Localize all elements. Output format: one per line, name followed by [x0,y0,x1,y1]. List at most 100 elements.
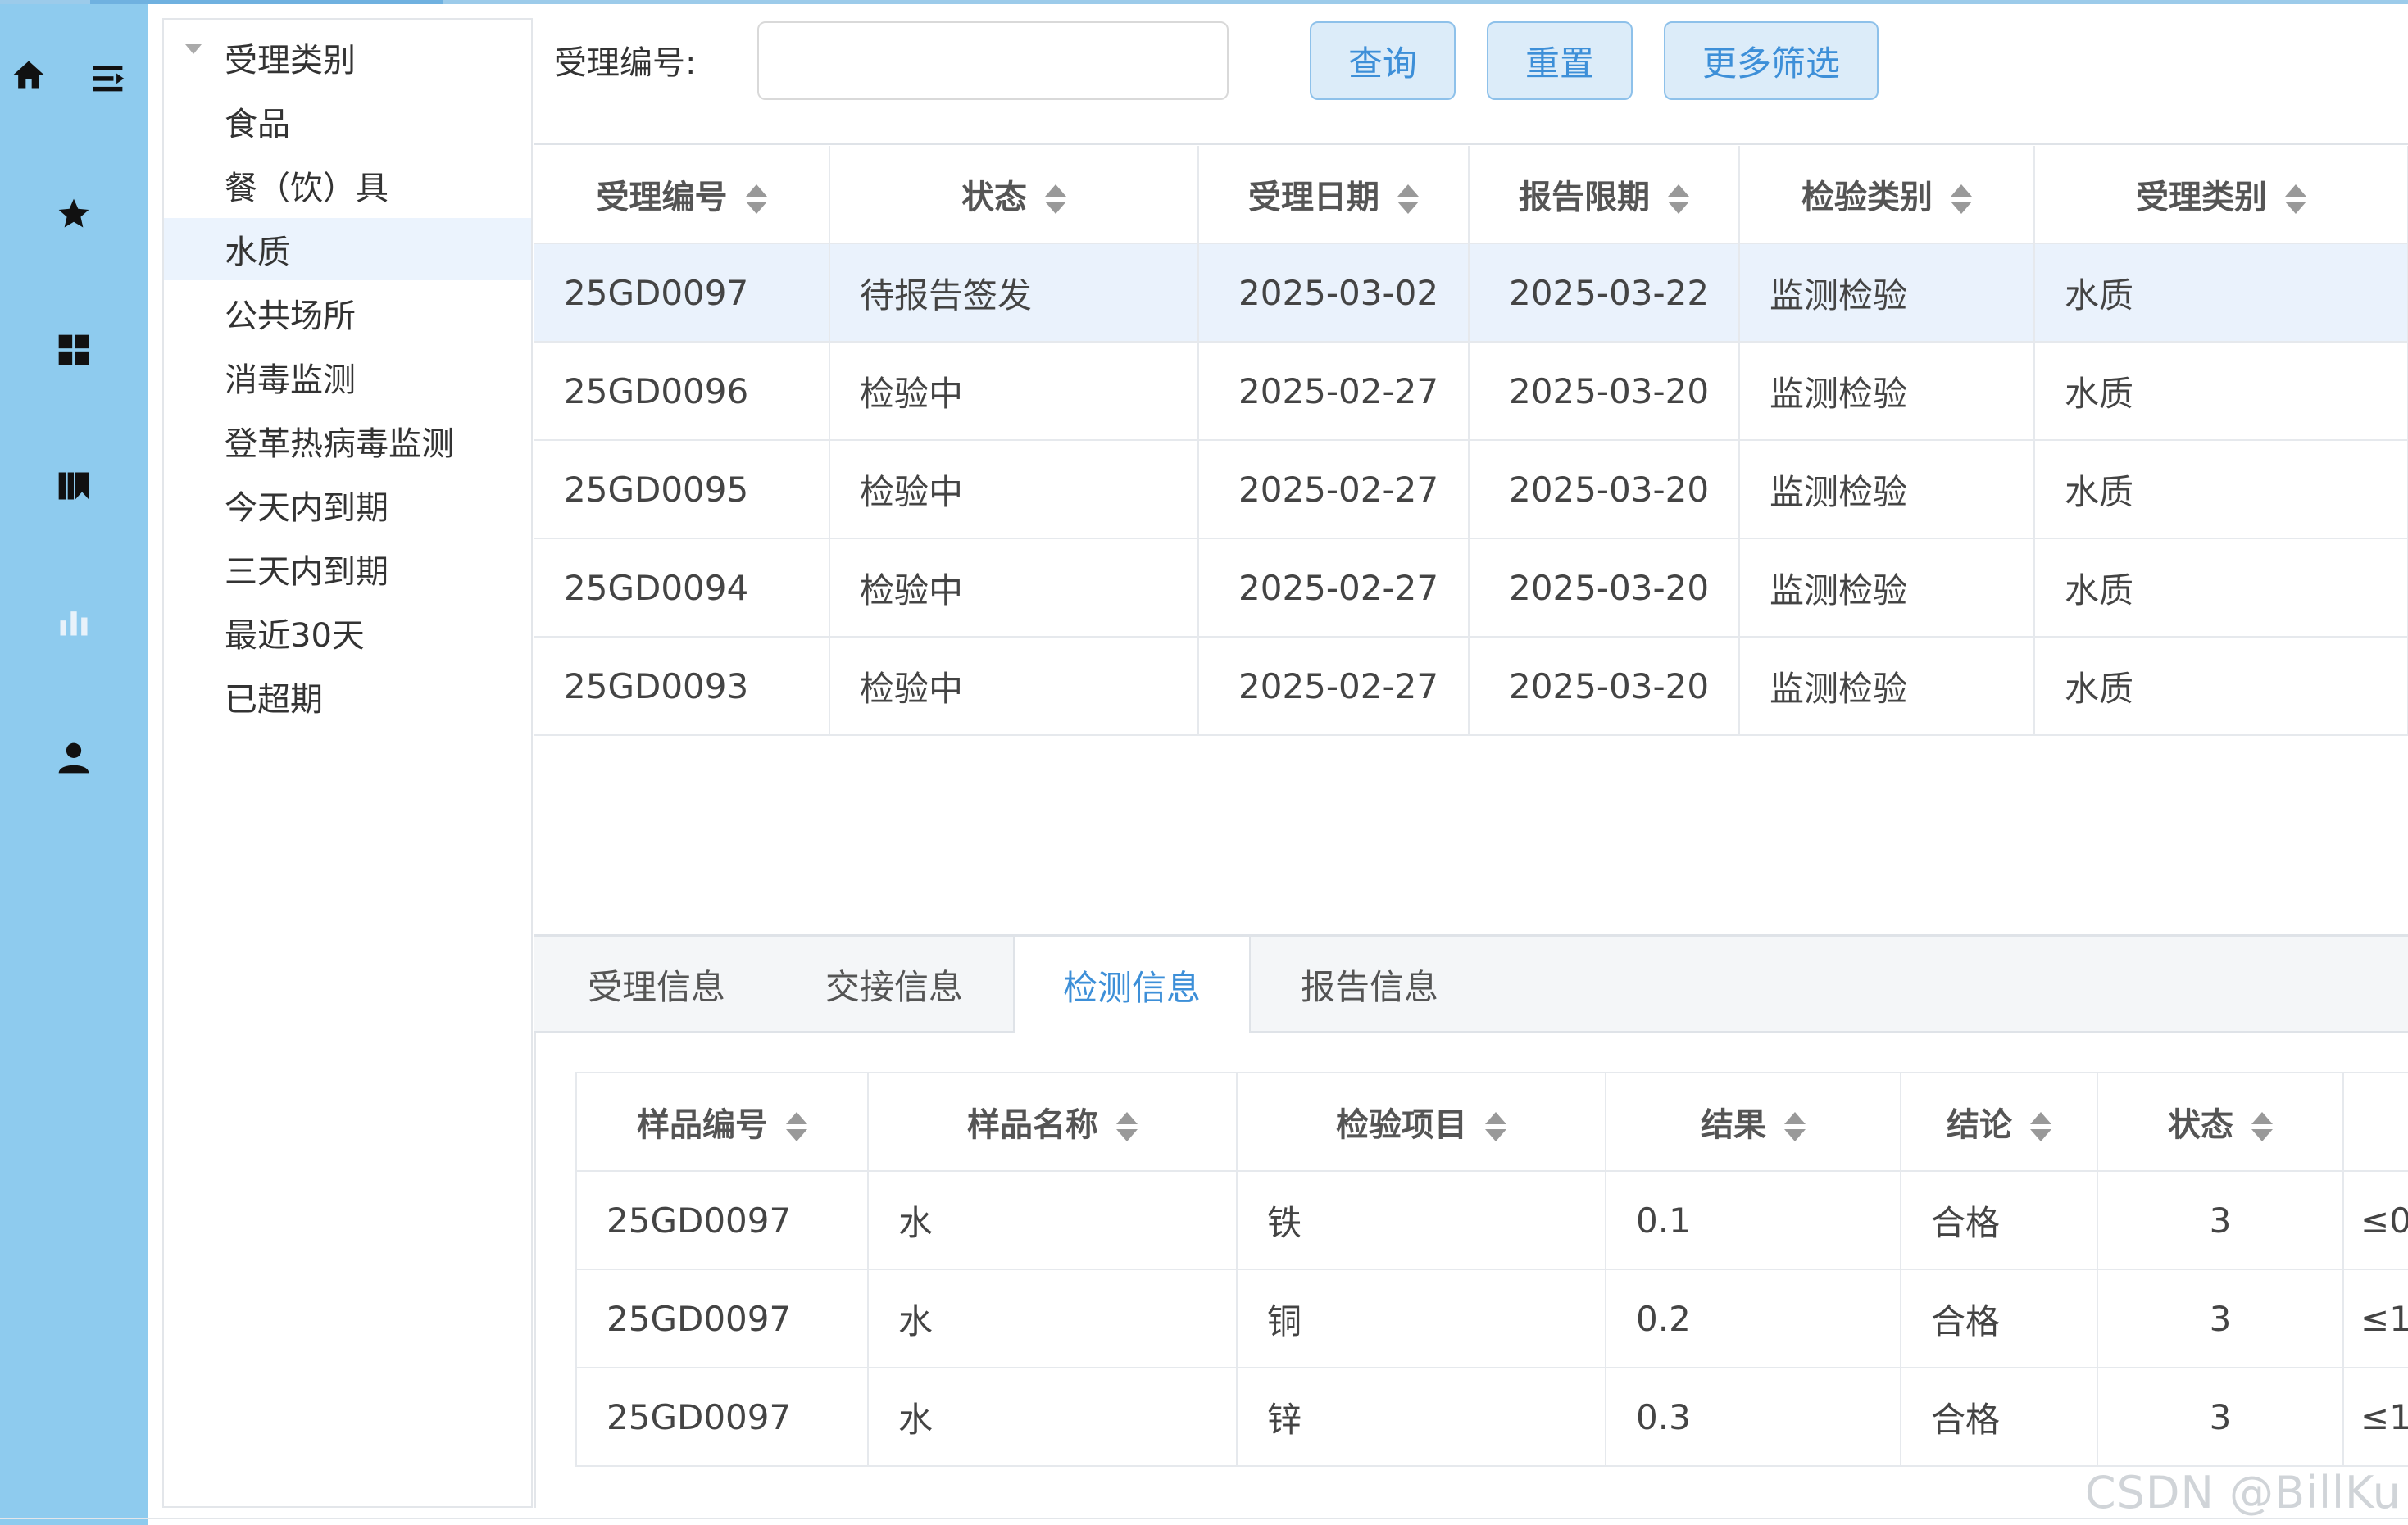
table-cell: 监测检验 [1739,538,2035,638]
table-cell: 检验中 [829,538,1199,638]
table-cell: 25GD0097 [534,243,830,343]
table-cell: 2025-03-02 [1198,243,1470,343]
table-cell: 水 [868,1171,1238,1270]
table-cell: 2025-03-20 [1469,538,1740,638]
table-cell: 2025-03-22 [1469,243,1740,343]
table-cell: 合格 [1901,1269,2098,1368]
column-header[interactable]: 样品编号 [576,1073,869,1172]
column-header-label: 检验项目 [1336,1106,1467,1144]
library-icon[interactable] [0,453,148,519]
table-row[interactable]: 25GD0097 待报告签发 2025-03-02 2025-03-22 监测检验 水质 [534,243,2408,343]
column-header[interactable]: 样品名称 [868,1073,1238,1172]
column-header-label: 受理日期 [1248,179,1379,216]
table-row[interactable]: 25GD0097 水锌 0.3 合格 3 ≤1 [576,1368,2408,1467]
table-row[interactable]: 25GD0093 检验中 2025-02-27 2025-03-20 监测检验 水质 [534,637,2408,736]
column-header[interactable]: 报告限期 [1469,146,1740,244]
column-header-label: 报告限期 [1519,179,1650,216]
table-row[interactable]: 25GD0094 检验中 2025-02-27 2025-03-20 监测检验 水质 [534,538,2408,638]
tree-item[interactable]: 食品 [164,90,531,152]
menu-toggle-icon[interactable] [79,45,139,111]
tree-item[interactable]: 今天内到期 [164,474,531,536]
table-cell: 2025-02-27 [1198,342,1470,441]
sort-icon[interactable] [1951,183,1972,216]
table-cell: 合格 [1901,1171,2098,1270]
sort-icon[interactable] [1668,183,1689,216]
table-cell: 合格 [1901,1368,2098,1467]
sort-icon[interactable] [745,183,767,216]
column-header[interactable]: 结论 [1901,1073,2098,1172]
sort-icon[interactable] [2285,183,2306,216]
column-header-label: 状态 [961,179,1027,216]
table-cell: 2025-03-20 [1469,342,1740,441]
tree-item[interactable]: 三天内到期 [164,538,531,600]
sort-icon[interactable] [786,1110,807,1143]
sort-icon[interactable] [1116,1110,1138,1143]
tab[interactable]: 受理信息 [538,937,775,1033]
home-icon[interactable] [0,42,57,107]
column-header[interactable]: 状态 [829,146,1199,244]
user-icon[interactable] [0,725,148,791]
column-header[interactable]: 检验类别 [1739,146,2035,244]
column-header[interactable]: 状态 [2097,1073,2344,1172]
bar-chart-icon[interactable] [0,589,148,655]
more-filters-button[interactable]: 更多筛选 [1664,21,1879,100]
reset-button[interactable]: 重置 [1487,21,1633,100]
column-header-label: 检验类别 [1801,179,1933,216]
tree-item[interactable]: 已超期 [164,665,531,728]
icon-rail [0,4,148,1525]
table-cell: 待报告签发 [829,243,1199,343]
star-icon[interactable] [0,181,148,247]
table-cell: 监测检验 [1739,440,2035,539]
tab[interactable]: 交接信息 [775,937,1013,1033]
tree-item[interactable]: 水质 [164,218,531,280]
table-cell: 检验中 [829,637,1199,736]
table-cell: 铁 [1237,1171,1606,1270]
search-label: 受理编号: [554,44,697,82]
table-cell: 铜 [1237,1269,1606,1368]
tab[interactable]: 检测信息 [1013,937,1251,1034]
table-cell: 监测检验 [1739,342,2035,441]
table-row[interactable]: 25GD0097 水铁 0.1 合格 3 ≤0 [576,1171,2408,1270]
column-header-label: 样品编号 [637,1106,768,1144]
tree-item[interactable]: 餐（饮）具 [164,154,531,216]
table-cell: 水 [868,1269,1238,1368]
table-cell: 检验中 [829,342,1199,441]
search-input[interactable] [757,21,1229,100]
tree-item[interactable]: 登革热病毒监测 [164,410,531,472]
table-cell: 25GD0096 [534,342,830,441]
table-row[interactable]: 25GD0096 检验中 2025-02-27 2025-03-20 监测检验 水质 [534,342,2408,441]
tree-item[interactable]: 最近30天 [164,601,531,664]
table-cell: 2025-03-20 [1469,637,1740,736]
table-cell: 25GD0095 [534,440,830,539]
sort-icon[interactable] [1045,183,1066,216]
column-header[interactable]: 受理类别 [2034,146,2408,244]
table-cell: 25GD0097 [576,1368,869,1467]
sort-icon[interactable] [1397,183,1419,216]
tree-item[interactable]: 公共场所 [164,282,531,344]
table-cell: 水质 [2034,440,2408,539]
sort-icon[interactable] [2030,1110,2051,1143]
detail-table: 样品编号 样品名称 检验项目 结果 结论 状态 25GD0097 水铁 0.1 合格 3 ≤0 25G… [575,1072,2408,1467]
category-tree: 受理类别 食品 餐（饮）具 水质 公共场所 消毒监测 登革热病毒监测 今天内到期 三天内到期最… [162,18,533,1508]
table-cell: 水质 [2034,538,2408,638]
column-header-label: 状态 [2168,1106,2233,1144]
grid-icon[interactable] [0,317,148,383]
tree-root-label[interactable]: 受理类别 [164,26,531,89]
table-cell: 3 [2097,1269,2344,1368]
column-header-label: 样品名称 [967,1106,1098,1144]
query-button[interactable]: 查询 [1310,21,1456,100]
tree-item[interactable]: 消毒监测 [164,346,531,408]
bottom-border [0,1518,2408,1519]
sort-icon[interactable] [2251,1110,2273,1143]
column-header[interactable]: 结果 [1606,1073,1901,1172]
column-header[interactable]: 受理日期 [1198,146,1470,244]
table-row[interactable]: 25GD0097 水铜 0.2 合格 3 ≤1 [576,1269,2408,1368]
tab[interactable]: 报告信息 [1251,937,1488,1033]
column-header[interactable]: 受理编号 [534,146,830,244]
main-table: 受理编号 状态 受理日期 报告限期 检验类别 受理类别 25GD0097 待报告签发 2025… [534,146,2408,736]
table-row[interactable]: 25GD0095 检验中 2025-02-27 2025-03-20 监测检验 水质 [534,440,2408,539]
sort-icon[interactable] [1784,1110,1806,1143]
sort-icon[interactable] [1485,1110,1506,1143]
table-cell: 监测检验 [1739,637,2035,736]
column-header[interactable]: 检验项目 [1237,1073,1606,1172]
